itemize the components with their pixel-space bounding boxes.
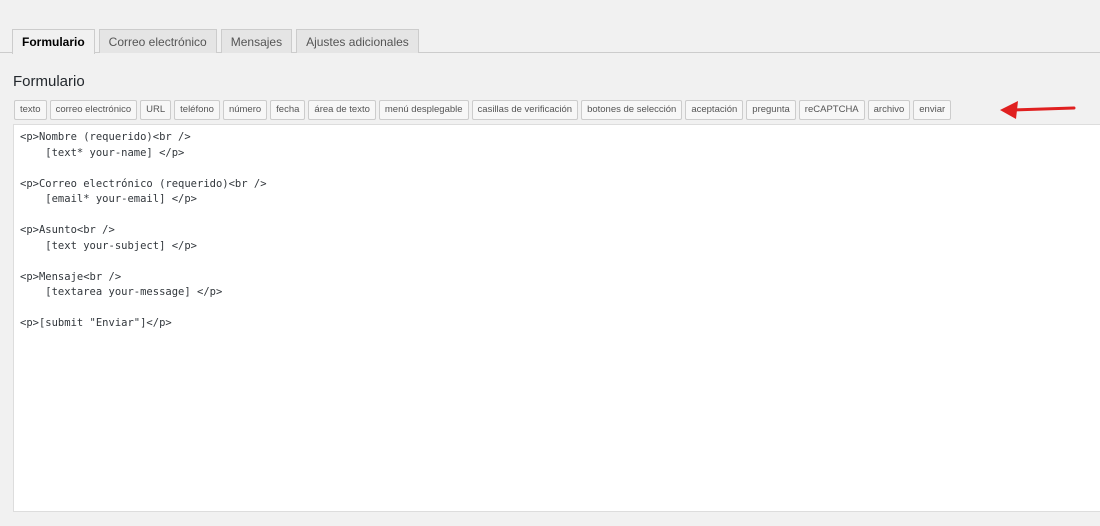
tag-button-casillas-de-verificacion[interactable]: casillas de verificación <box>471 100 579 120</box>
tag-button-numero[interactable]: número <box>222 100 268 120</box>
tag-button-archivo[interactable]: archivo <box>867 100 911 120</box>
arrow-left-icon <box>1000 101 1076 119</box>
tab-mensajes[interactable]: Mensajes <box>220 29 293 53</box>
tag-button-url[interactable]: URL <box>140 100 172 120</box>
tag-button-menu-desplegable[interactable]: menú desplegable <box>378 100 469 120</box>
tag-button-fecha[interactable]: fecha <box>270 100 306 120</box>
tab-formulario[interactable]: Formulario <box>12 29 95 54</box>
tab-correo-electronico[interactable]: Correo electrónico <box>98 29 217 53</box>
tab-ajustes-adicionales[interactable]: Ajustes adicionales <box>296 29 419 53</box>
tag-generator-toolbar: texto correo electrónico URL teléfono nú… <box>14 100 954 120</box>
tag-button-correo-electronico[interactable]: correo electrónico <box>49 100 138 120</box>
tag-button-botones-de-seleccion[interactable]: botones de selección <box>581 100 683 120</box>
tag-button-aceptacion[interactable]: aceptación <box>685 100 744 120</box>
panel-title: Formulario <box>13 73 85 90</box>
tag-button-pregunta[interactable]: pregunta <box>746 100 796 120</box>
tag-button-enviar[interactable]: enviar <box>913 100 952 120</box>
tag-button-telefono[interactable]: teléfono <box>174 100 220 120</box>
form-template-editor[interactable]: <p>Nombre (requerido)<br /> [text* your-… <box>13 124 1100 512</box>
tag-button-area-de-texto[interactable]: área de texto <box>308 100 376 120</box>
tag-button-texto[interactable]: texto <box>14 100 47 120</box>
tag-button-recaptcha[interactable]: reCAPTCHA <box>798 100 865 120</box>
tab-bar: Formulario Correo electrónico Mensajes A… <box>0 28 1100 54</box>
